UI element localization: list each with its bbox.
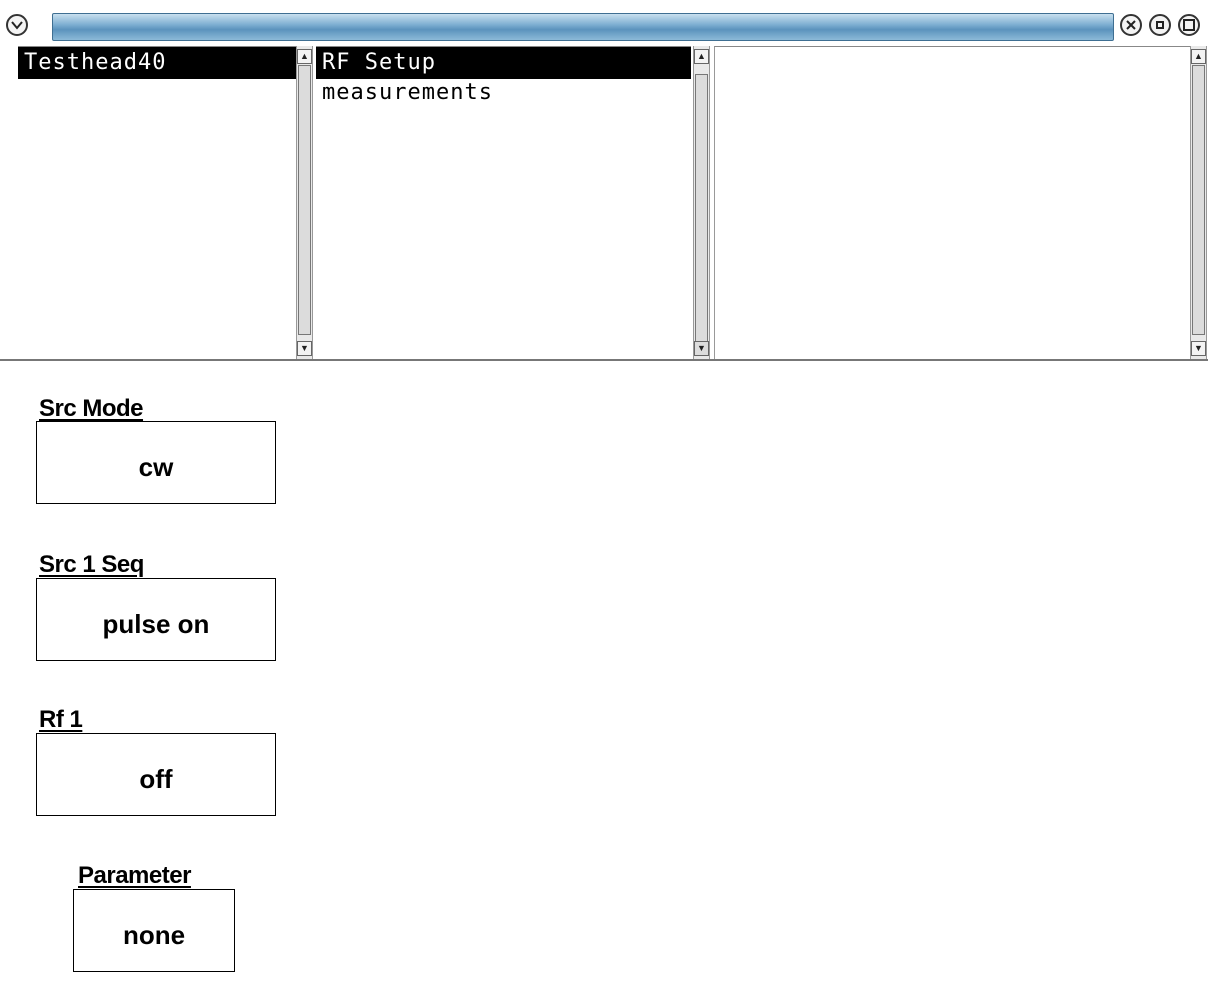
parameter-button[interactable]: none xyxy=(73,889,235,972)
close-icon[interactable] xyxy=(1120,14,1142,36)
src-1-seq-button[interactable]: pulse on xyxy=(36,578,276,661)
detail-list-scrollbar[interactable]: ▲ ▼ xyxy=(1190,46,1207,359)
setup-list-scrollbar[interactable]: ▲ ▼ xyxy=(693,46,710,359)
detail-list[interactable] xyxy=(714,46,1191,360)
scroll-up-icon[interactable]: ▲ xyxy=(1191,49,1206,64)
maximize-icon[interactable] xyxy=(1178,14,1200,36)
scroll-thumb[interactable] xyxy=(298,65,311,335)
src-1-seq-label: Src 1 Seq xyxy=(39,551,144,578)
chevron-down-icon[interactable] xyxy=(6,14,28,36)
setup-list[interactable]: RF Setup measurements xyxy=(316,46,691,360)
scroll-thumb[interactable] xyxy=(695,74,708,344)
scroll-down-icon[interactable]: ▼ xyxy=(694,341,709,356)
scroll-up-icon[interactable]: ▲ xyxy=(297,49,312,64)
rf-1-label: Rf 1 xyxy=(39,706,83,733)
testhead-list-scrollbar[interactable]: ▲ ▼ xyxy=(296,46,313,359)
parameter-label: Parameter xyxy=(78,862,191,889)
title-bar-gradient[interactable] xyxy=(52,13,1114,41)
list-item-rf-setup[interactable]: RF Setup xyxy=(316,47,691,79)
scroll-down-icon[interactable]: ▼ xyxy=(1191,341,1206,356)
src-mode-label: Src Mode xyxy=(39,395,144,422)
minimize-icon[interactable] xyxy=(1149,14,1171,36)
src-mode-button[interactable]: cw xyxy=(36,421,276,504)
scroll-down-icon[interactable]: ▼ xyxy=(297,341,312,356)
testhead-list[interactable]: Testhead40 xyxy=(18,46,296,360)
scroll-thumb[interactable] xyxy=(1192,65,1205,335)
list-item-measurements[interactable]: measurements xyxy=(316,77,691,109)
list-item-testhead[interactable]: Testhead40 xyxy=(18,47,296,79)
scroll-up-icon[interactable]: ▲ xyxy=(694,49,709,64)
window-titlebar xyxy=(0,0,1208,44)
rf-1-button[interactable]: off xyxy=(36,733,276,816)
pane-divider[interactable] xyxy=(0,359,1208,361)
